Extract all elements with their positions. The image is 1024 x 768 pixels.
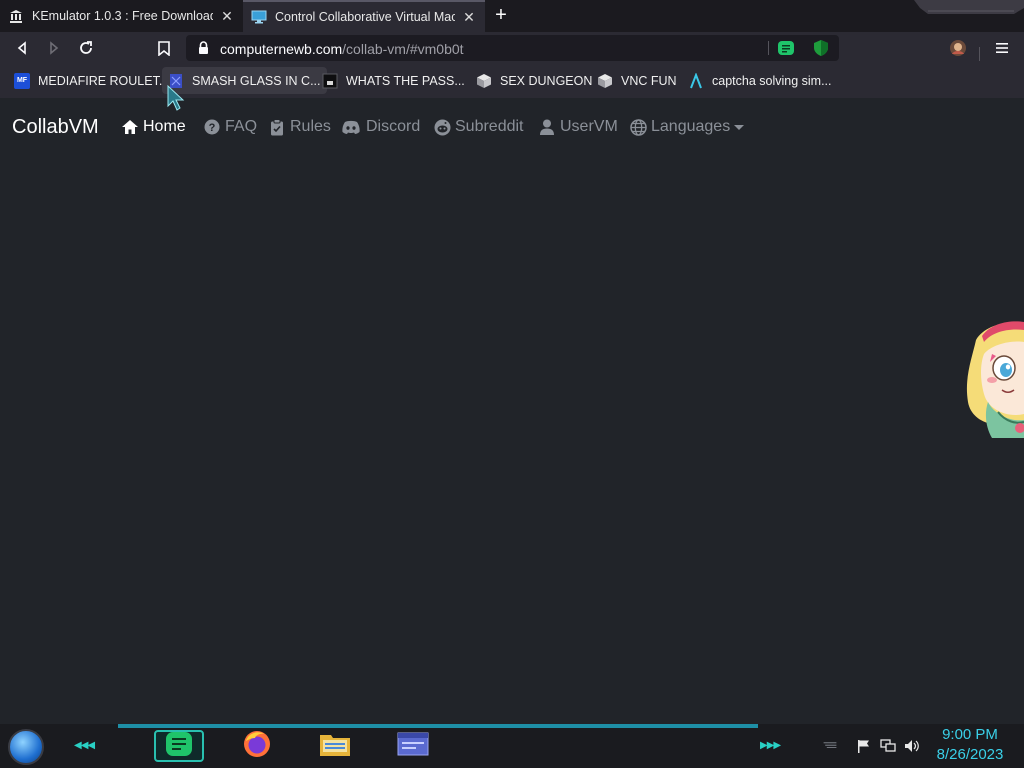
nav-label: UserVM <box>560 118 618 135</box>
lock-icon <box>198 41 209 60</box>
bookmarks-bar: MF MEDIAFIRE ROULET... SMASH GLASS IN C.… <box>0 64 1024 98</box>
nav-home[interactable]: Home <box>121 118 186 136</box>
divider <box>979 47 980 61</box>
show-desktop-icon[interactable] <box>822 738 838 754</box>
menu-icon[interactable] <box>992 38 1012 58</box>
nav-rules[interactable]: Rules <box>268 118 331 136</box>
bookmark-mediafire[interactable]: MF MEDIAFIRE ROULET... <box>8 67 175 94</box>
site-brand[interactable]: CollabVM <box>12 116 99 139</box>
shield-extension-icon[interactable] <box>813 40 829 56</box>
nav-uservm[interactable]: UserVM <box>538 118 618 136</box>
url-path: /collab-vm/#vm0b0t <box>342 41 464 57</box>
flag-icon[interactable] <box>856 738 872 754</box>
nav-languages[interactable]: Languages <box>629 118 745 136</box>
user-icon <box>538 118 556 136</box>
chevron-down-icon <box>734 124 745 130</box>
tab-title: KEmulator 1.0.3 : Free Download, B <box>32 9 213 23</box>
nav-label: Discord <box>366 118 421 135</box>
bookmark-label: SMASH GLASS IN C... <box>192 73 321 88</box>
home-icon <box>121 118 139 136</box>
avatar[interactable] <box>948 38 968 58</box>
tab-title: Control Collaborative Virtual Mach <box>275 10 455 24</box>
navigation-toolbar: computernewb.com/collab-vm/#vm0b0t <box>0 32 1024 64</box>
lambda-icon <box>688 72 704 89</box>
notes-icon <box>165 731 193 762</box>
nav-label: Subreddit <box>455 118 524 135</box>
close-icon[interactable]: ✕ <box>461 9 477 26</box>
monitor-icon <box>251 9 267 25</box>
cube-icon <box>597 73 613 89</box>
taskbar-app-window[interactable] <box>388 730 438 762</box>
divider <box>768 41 769 55</box>
mediafire-icon: MF <box>14 72 30 89</box>
question-icon: ? <box>203 118 221 136</box>
taskbar-app-explorer[interactable] <box>310 730 360 762</box>
network-icon[interactable] <box>880 738 896 754</box>
taskbar-decoration: ◀◀◀ <box>74 740 95 751</box>
nav-discord[interactable]: Discord <box>340 118 420 136</box>
mouse-cursor-icon <box>167 84 185 111</box>
nav-subreddit[interactable]: Subreddit <box>433 118 524 136</box>
bookmark-captcha[interactable]: captcha solving sim... <box>682 67 838 94</box>
tab-kemulator[interactable]: KEmulator 1.0.3 : Free Download, B ✕ <box>0 0 243 32</box>
bookmark-label: SEX DUNGEON <box>500 73 593 88</box>
window-frame-decoration <box>914 0 1024 14</box>
discord-icon <box>340 118 362 136</box>
taskbar-app-firefox[interactable] <box>232 730 282 762</box>
start-button[interactable] <box>8 729 44 765</box>
url-text: computernewb.com/collab-vm/#vm0b0t <box>220 41 464 57</box>
bookmark-whats-the-pass[interactable]: WHATS THE PASS... <box>316 67 471 94</box>
clock-date[interactable]: 8/26/2023 <box>920 746 1020 763</box>
bookmark-sex-dungeon[interactable]: SEX DUNGEON <box>470 67 598 94</box>
tab-strip: KEmulator 1.0.3 : Free Download, B ✕ Con… <box>0 0 1024 32</box>
nav-label: Home <box>143 118 186 135</box>
bookmark-vnc-fun[interactable]: VNC FUN <box>591 67 683 94</box>
taskbar-app-notes[interactable] <box>154 730 204 762</box>
clock-time[interactable]: 9:00 PM <box>920 726 1020 743</box>
explorer-icon <box>319 730 351 763</box>
volume-icon[interactable] <box>904 738 920 754</box>
dark-square-icon <box>322 73 338 89</box>
clipboard-icon <box>268 118 286 136</box>
bookmark-label: WHATS THE PASS... <box>346 73 465 88</box>
forward-icon[interactable] <box>44 38 64 58</box>
nav-label: FAQ <box>225 118 258 135</box>
nav-label: Rules <box>290 118 331 135</box>
url-bar[interactable]: computernewb.com/collab-vm/#vm0b0t <box>186 35 839 61</box>
taskbar-accent-band <box>118 724 758 728</box>
new-tab-button[interactable]: + <box>490 5 512 27</box>
url-host: computernewb.com <box>220 41 343 57</box>
globe-icon <box>629 118 647 136</box>
museum-icon <box>8 8 24 24</box>
bookmark-icon[interactable] <box>154 38 174 58</box>
taskbar: ◀◀◀ ▶▶▶ 9:00 PM 8/26/2023 <box>0 724 1024 768</box>
bookmark-label: MEDIAFIRE ROULET... <box>38 73 170 88</box>
reddit-icon <box>433 118 451 136</box>
reload-icon[interactable] <box>76 38 96 58</box>
window-icon <box>397 732 429 761</box>
nav-label: Languages <box>651 118 731 135</box>
firefox-icon <box>242 729 272 764</box>
nav-faq[interactable]: ? FAQ <box>203 118 257 136</box>
collabvm-page: CollabVM Home ? FAQ Rules Discord Subred… <box>0 98 1024 724</box>
close-icon[interactable]: ✕ <box>219 8 235 25</box>
cartoon-mascot <box>966 321 1024 438</box>
notes-extension-icon[interactable] <box>778 40 794 56</box>
back-icon[interactable] <box>12 38 32 58</box>
bookmark-label: VNC FUN <box>621 73 677 88</box>
cube-icon <box>476 73 492 89</box>
svg-text:?: ? <box>209 122 216 134</box>
taskbar-decoration: ▶▶▶ <box>760 740 781 751</box>
tab-collabvm[interactable]: Control Collaborative Virtual Mach ✕ <box>243 0 485 32</box>
bookmark-label: captcha solving sim... <box>712 73 832 88</box>
